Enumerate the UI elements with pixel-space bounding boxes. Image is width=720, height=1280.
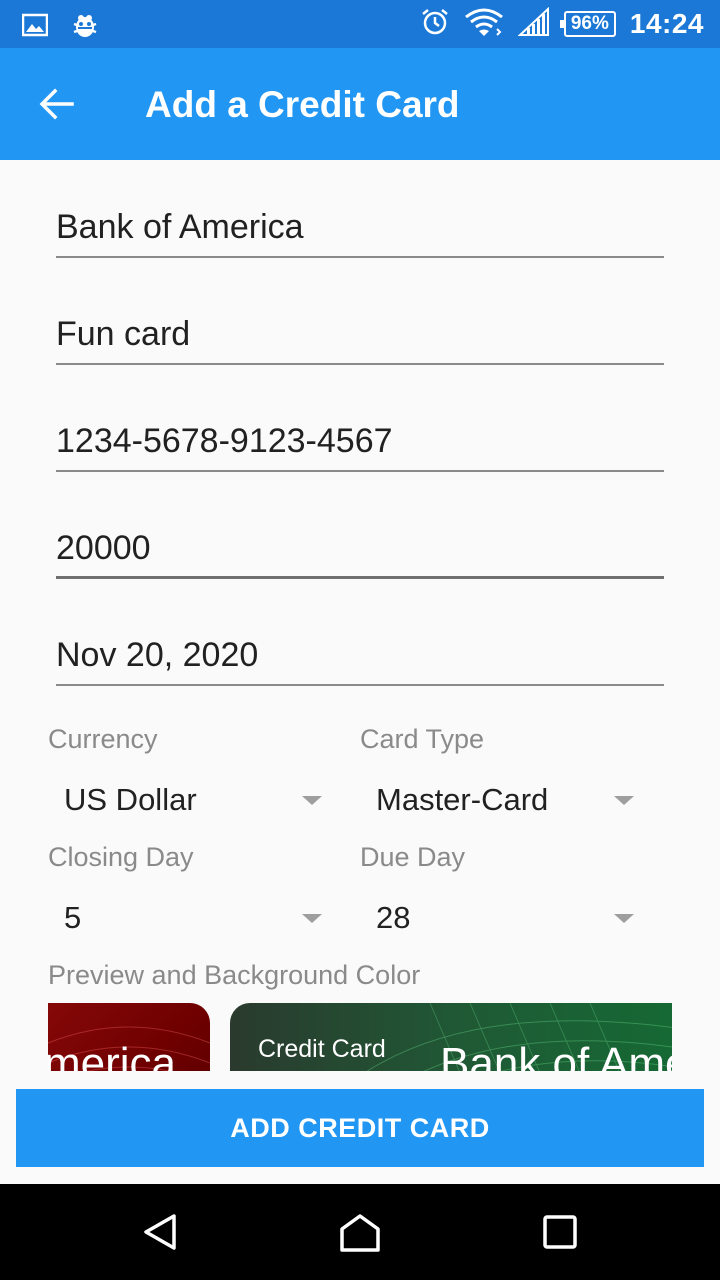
card-preview-strip[interactable]: merica Credit Card Bank of Ame [48, 1003, 672, 1071]
card-preview-green[interactable]: Credit Card Bank of Ame [230, 1003, 672, 1071]
due-day-dropdown[interactable]: 28 [360, 892, 642, 944]
bank-name-field[interactable]: Bank of America [56, 198, 664, 258]
app-bar: Add a Credit Card [0, 48, 720, 160]
wifi-icon [464, 7, 504, 42]
preview-label: Preview and Background Color [48, 960, 421, 990]
signal-icon [517, 6, 550, 42]
card-type-dropdown[interactable]: Master-Card [360, 774, 642, 826]
recents-icon [542, 1214, 578, 1255]
nav-recents-button[interactable] [538, 1212, 582, 1256]
nav-back-button[interactable] [138, 1212, 182, 1256]
nav-back-icon [140, 1212, 180, 1257]
due-day-label: Due Day [360, 842, 466, 872]
closing-day-value: 5 [64, 900, 82, 935]
card-type-label: Card Type [360, 724, 485, 754]
nav-home-button[interactable] [338, 1212, 382, 1256]
alarm-icon [420, 7, 450, 42]
card-preview-type-text: Credit Card [258, 1035, 386, 1063]
currency-dropdown[interactable]: US Dollar [48, 774, 330, 826]
image-icon [21, 13, 49, 42]
bug-icon [70, 10, 100, 45]
card-type-value: Master-Card [376, 782, 549, 817]
card-preview-bank-text: Bank of Ame [440, 1039, 672, 1071]
dropdown-arrow-icon [302, 914, 322, 923]
card-preview-red-text: merica [48, 1039, 177, 1071]
currency-label: Currency [48, 724, 158, 754]
card-number-field[interactable]: 1234-5678-9123-4567 [56, 412, 664, 472]
closing-day-dropdown[interactable]: 5 [48, 892, 330, 944]
dropdown-arrow-icon [614, 796, 634, 805]
clock: 14:24 [629, 8, 704, 39]
expiry-date-field[interactable]: Nov 20, 2020 [56, 626, 664, 686]
battery-indicator: 96% [559, 11, 616, 37]
currency-value: US Dollar [64, 782, 197, 817]
home-icon [338, 1212, 382, 1257]
card-name-field[interactable]: Fun card [56, 305, 664, 365]
credit-limit-field[interactable]: 20000 [56, 519, 664, 579]
page-title: Add a Credit Card [145, 84, 460, 125]
card-preview-red[interactable]: merica [48, 1003, 210, 1071]
arrow-back-icon [38, 88, 74, 125]
due-day-value: 28 [376, 900, 411, 935]
back-button[interactable] [28, 78, 84, 134]
add-credit-card-button[interactable]: ADD CREDIT CARD [16, 1089, 704, 1167]
dropdown-arrow-icon [614, 914, 634, 923]
dropdown-arrow-icon [302, 796, 322, 805]
navigation-bar [0, 1184, 720, 1280]
status-bar: 96% 14:24 [0, 0, 720, 48]
closing-day-label: Closing Day [48, 842, 194, 872]
